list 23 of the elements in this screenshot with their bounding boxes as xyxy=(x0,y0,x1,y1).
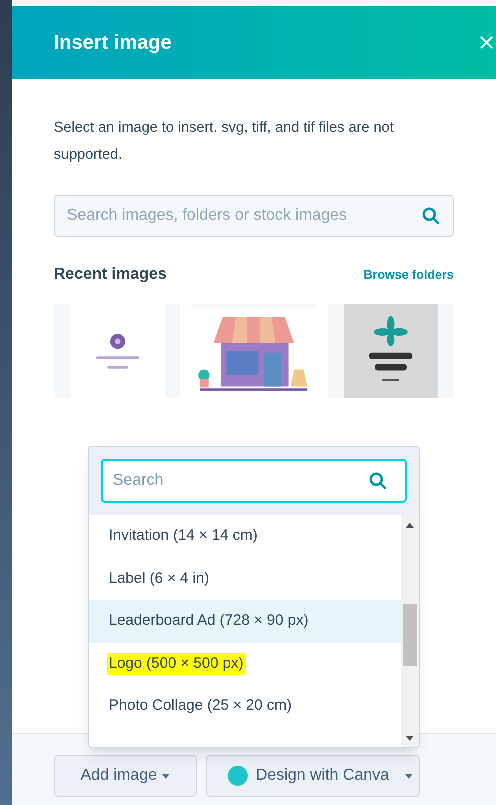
scroll-down-icon[interactable] xyxy=(406,736,414,741)
section-heading: Recent images xyxy=(54,265,167,285)
item-label: Label (6 × 4 in) xyxy=(109,568,210,588)
search-field[interactable]: Search images, folders or stock images xyxy=(54,195,454,237)
scrollbar[interactable] xyxy=(401,515,419,747)
search-icon xyxy=(422,207,440,225)
dialog-title: Insert image xyxy=(54,30,172,56)
caret-icon xyxy=(162,774,170,778)
item-label: Photo Collage (25 × 20 cm) xyxy=(109,696,292,716)
scrollbar-thumb[interactable] xyxy=(403,604,417,666)
description-text: Select an image to insert. svg, tiff, and tif files are not supported. xyxy=(54,119,395,165)
canva-button[interactable]: Design with Canva xyxy=(206,755,420,797)
item-label: Logo (500 × 500 px) xyxy=(107,652,246,675)
dropdown-item[interactable]: Leaderboard Ad (728 × 90 px) xyxy=(89,600,401,642)
item-label: Invitation (14 × 14 cm) xyxy=(109,526,258,546)
item-label: Leaderboard Ad (728 × 90 px) xyxy=(109,611,309,631)
browse-folders-link[interactable]: Browse folders xyxy=(364,266,454,284)
canva-logo-icon xyxy=(228,766,248,786)
search-icon xyxy=(369,472,387,490)
caret-icon xyxy=(405,774,414,778)
dropdown-search-field[interactable]: Search xyxy=(101,459,407,503)
scroll-up-icon[interactable] xyxy=(406,523,414,528)
add-image-button[interactable]: Add image xyxy=(54,755,197,797)
